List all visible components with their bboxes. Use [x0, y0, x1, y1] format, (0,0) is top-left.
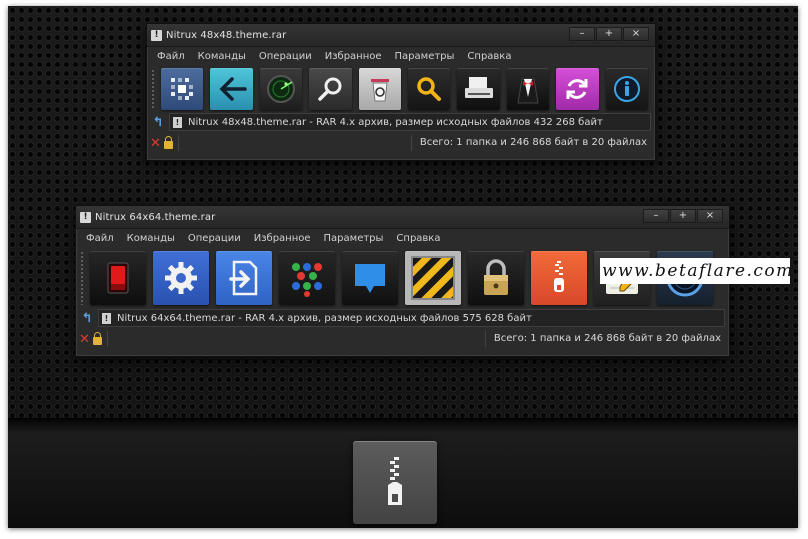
view-button[interactable] [279, 251, 335, 305]
maximize-button[interactable]: + [670, 209, 696, 223]
colored-dots-icon [292, 263, 322, 297]
back-arrow-icon [219, 77, 247, 101]
menu-options[interactable]: Параметры [324, 233, 384, 244]
close-x-icon: ✕ [79, 331, 90, 347]
zip-file-icon [554, 261, 564, 292]
delete-button[interactable] [358, 68, 402, 110]
printer-icon [464, 77, 493, 98]
archive-window-48[interactable]: ! Nitrux 48x48.theme.rar – + × Файл Кома… [146, 23, 656, 161]
title-bar[interactable]: ! Nitrux 64x64.theme.rar – + × [76, 206, 729, 229]
tuxedo-icon [517, 78, 539, 104]
toolbar [147, 66, 655, 112]
extract-arrow-icon [229, 260, 258, 296]
menu-file[interactable]: Файл [86, 233, 114, 244]
menu-file[interactable]: Файл [157, 51, 185, 62]
path-text: Nitrux 64x64.theme.rar - RAR 4.x архив, … [117, 312, 532, 324]
radar-icon [267, 75, 296, 103]
menu-bar: Файл Команды Операции Избранное Параметр… [147, 47, 655, 66]
info-button[interactable] [531, 251, 587, 305]
info-button[interactable] [506, 68, 550, 110]
menu-options[interactable]: Параметры [395, 51, 455, 62]
up-folder-icon[interactable]: ↰ [76, 311, 98, 326]
up-folder-icon[interactable]: ↰ [147, 115, 169, 130]
lock-icon [163, 136, 173, 149]
menu-favorites[interactable]: Избранное [325, 51, 382, 62]
info-icon [613, 76, 640, 102]
recycle-bin-icon [370, 79, 389, 102]
menu-help[interactable]: Справка [467, 51, 511, 62]
maximize-button[interactable]: + [596, 27, 622, 41]
close-button[interactable]: × [623, 27, 649, 41]
delete-button[interactable] [342, 251, 398, 305]
search-icon [417, 77, 442, 101]
gear-icon [165, 262, 197, 294]
window-title: Nitrux 48x48.theme.rar [166, 29, 287, 41]
status-bar: ✕ Всего: 1 папка и 246 868 байт в 20 фай… [76, 330, 729, 348]
status-text: Всего: 1 папка и 246 868 байт в 20 файла… [410, 135, 655, 151]
archive-icon: ! [80, 211, 91, 223]
padlock-icon [484, 259, 508, 295]
archive-small-icon: ! [173, 116, 182, 128]
path-field[interactable]: ! Nitrux 48x48.theme.rar - RAR 4.x архив… [169, 113, 651, 131]
test-button[interactable] [259, 68, 303, 110]
path-text: Nitrux 48x48.theme.rar - RAR 4.x архив, … [188, 116, 603, 128]
close-button[interactable]: × [697, 209, 723, 223]
wizard-button[interactable] [457, 68, 500, 110]
window-title: Nitrux 64x64.theme.rar [95, 211, 216, 223]
add-button[interactable] [161, 68, 204, 110]
zip-archive-icon [388, 456, 402, 505]
magnifier-icon [318, 77, 342, 101]
address-bar: ↰ ! Nitrux 48x48.theme.rar - RAR 4.x арх… [147, 112, 655, 132]
toolbar-grip[interactable] [152, 69, 154, 109]
menu-operations[interactable]: Операции [188, 233, 241, 244]
test-button[interactable] [216, 251, 272, 305]
find-button[interactable] [405, 251, 461, 305]
minimize-button[interactable]: – [643, 209, 669, 223]
repair-button[interactable] [556, 68, 599, 110]
hazard-stripes-icon [411, 256, 455, 300]
status-text: Всего: 1 папка и 246 868 байт в 20 файла… [484, 331, 729, 347]
menu-help[interactable]: Справка [396, 233, 440, 244]
menu-commands[interactable]: Команды [198, 51, 246, 62]
sync-icon [566, 79, 588, 99]
view-button[interactable] [309, 68, 352, 110]
menu-commands[interactable]: Команды [127, 233, 175, 244]
dock-archive-button[interactable] [353, 441, 437, 524]
title-bar[interactable]: ! Nitrux 48x48.theme.rar – + × [147, 24, 655, 47]
archive-icon: ! [151, 29, 162, 41]
menu-favorites[interactable]: Избранное [254, 233, 311, 244]
red-switch-icon [107, 262, 129, 294]
find-button[interactable] [408, 68, 451, 110]
status-bar: ✕ Всего: 1 папка и 246 868 байт в 20 фай… [147, 134, 655, 152]
close-x-icon: ✕ [150, 135, 161, 151]
lock-icon [92, 332, 102, 345]
add-button[interactable] [90, 251, 146, 305]
toolbar-grip[interactable] [81, 251, 83, 305]
menu-operations[interactable]: Операции [259, 51, 312, 62]
wizard-button[interactable] [468, 251, 524, 305]
about-button[interactable] [605, 68, 649, 110]
archive-small-icon: ! [102, 312, 111, 324]
address-bar: ↰ ! Nitrux 64x64.theme.rar - RAR 4.x арх… [76, 308, 729, 328]
menu-bar: Файл Команды Операции Избранное Параметр… [76, 229, 729, 248]
watermark: www.betaflare.com [600, 258, 792, 284]
extract-button[interactable] [153, 251, 209, 305]
minimize-button[interactable]: – [569, 27, 595, 41]
extract-button[interactable] [210, 68, 253, 110]
path-field[interactable]: ! Nitrux 64x64.theme.rar - RAR 4.x архив… [98, 309, 725, 327]
add-archive-icon [171, 78, 194, 100]
speech-bubble-icon [355, 264, 385, 293]
